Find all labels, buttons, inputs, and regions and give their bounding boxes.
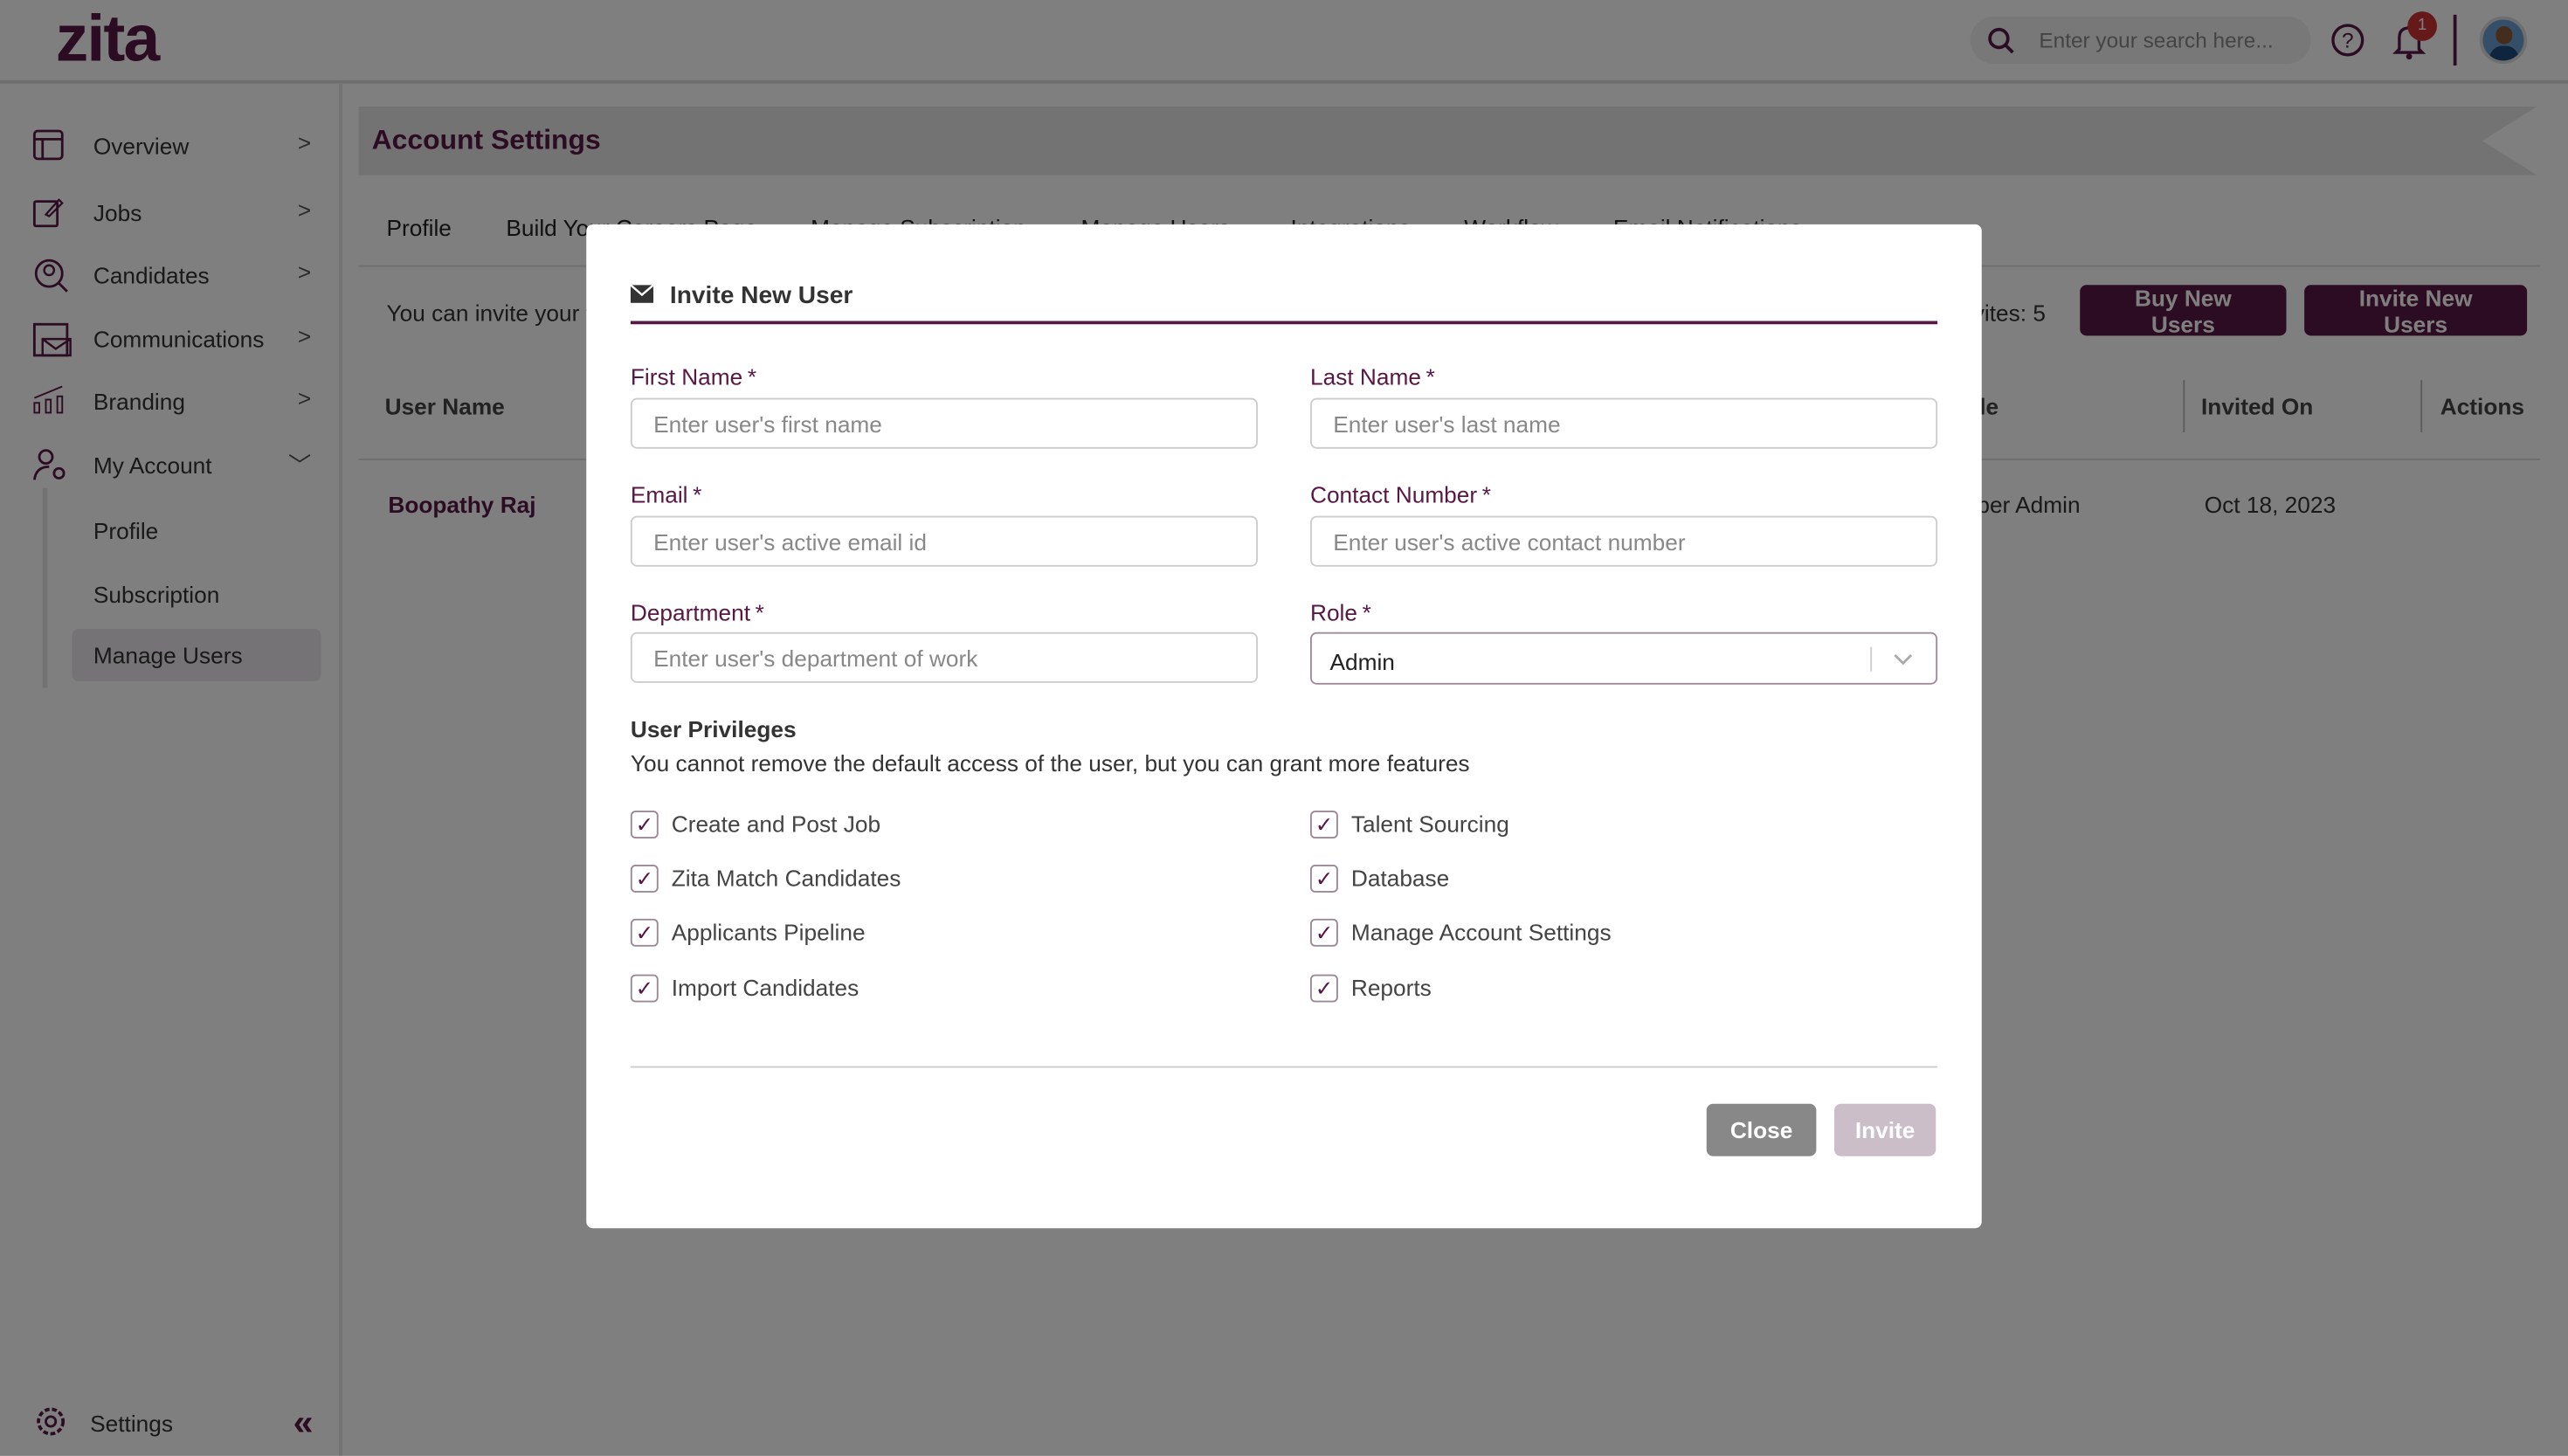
privilege-label: Reports (1350, 974, 1432, 1001)
last-name-field[interactable] (1310, 397, 1938, 449)
invite-button[interactable]: Invite (1834, 1103, 1936, 1156)
contact-number-field[interactable] (1310, 515, 1938, 567)
checkbox-icon[interactable]: ✓ (630, 865, 659, 893)
email-label: Email * (630, 481, 702, 508)
first-name-label: First Name * (630, 363, 757, 390)
privilege-label: Create and Post Job (671, 811, 881, 838)
footer-divider (630, 1066, 1938, 1068)
privilege-label: Import Candidates (671, 974, 859, 1001)
mail-icon (630, 285, 654, 303)
checkbox-icon[interactable]: ✓ (1310, 865, 1338, 893)
role-select[interactable]: Admin (1310, 631, 1938, 685)
checkbox-icon[interactable]: ✓ (1310, 811, 1338, 838)
privilege-label: Manage Account Settings (1350, 918, 1612, 945)
department-field[interactable] (630, 631, 1258, 683)
first-name-field[interactable] (630, 397, 1258, 449)
select-separator (1870, 646, 1873, 672)
checkbox-icon[interactable]: ✓ (630, 811, 659, 838)
email-field[interactable] (630, 515, 1258, 567)
privilege-label: Applicants Pipeline (671, 918, 866, 945)
privilege-label: Talent Sourcing (1350, 811, 1509, 838)
contact-number-label: Contact Number * (1310, 481, 1491, 508)
modal-title-underline (630, 321, 1938, 325)
checkbox-icon[interactable]: ✓ (630, 918, 659, 947)
privilege-label: Database (1350, 865, 1450, 891)
modal-title: Invite New User (669, 281, 853, 310)
role-selected-value: Admin (1329, 648, 1395, 675)
checkbox-icon[interactable]: ✓ (1310, 974, 1338, 1003)
user-privileges-title: User Privileges (630, 715, 797, 742)
last-name-label: Last Name * (1310, 363, 1435, 390)
chevron-down-icon[interactable] (1894, 653, 1914, 666)
invite-user-modal: Invite New User First Name* Last Name* E… (586, 224, 1982, 1229)
checkbox-icon[interactable]: ✓ (1310, 918, 1338, 947)
close-button[interactable]: Close (1706, 1103, 1817, 1156)
department-label: Department * (630, 599, 764, 626)
checkbox-icon[interactable]: ✓ (630, 974, 659, 1003)
privilege-label: Zita Match Candidates (671, 865, 901, 891)
role-label: Role * (1310, 599, 1371, 626)
user-privileges-note: You cannot remove the default access of … (630, 749, 1470, 776)
